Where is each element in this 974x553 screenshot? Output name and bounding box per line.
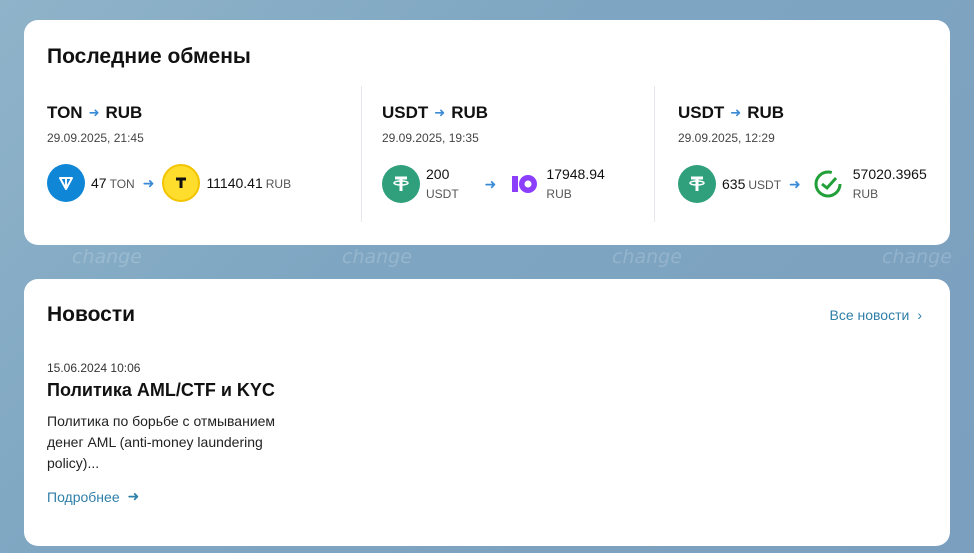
exchange-from-code: USDT (382, 103, 429, 122)
exchange-flow: 635 USDT ➜ 57020.3965 RUB (678, 164, 927, 204)
sberbank-icon (809, 165, 847, 203)
arrow-right-icon: ➜ (789, 175, 801, 192)
to-currency: RUB (852, 187, 879, 201)
exchange-pair: USDT ➜ RUB (382, 103, 488, 123)
exchange-to-amount: 57020.3965 RUB (853, 164, 927, 204)
exchange-item[interactable]: TON ➜ RUB 29.09.2025, 21:45 47 TON ➜ 1114… (47, 86, 339, 222)
from-currency: USDT (426, 187, 459, 201)
arrow-right-icon: ➜ (142, 174, 155, 191)
background-watermark: change (342, 246, 412, 268)
exchange-to-code: RUB (451, 103, 489, 122)
exchange-to-code: RUB (747, 103, 785, 122)
from-amount-value: 47 (91, 174, 107, 191)
arrow-right-icon: ➜ (88, 105, 100, 120)
to-currency: RUB (265, 176, 292, 191)
from-currency: USDT (748, 177, 782, 192)
from-currency: TON (109, 176, 135, 191)
exchange-from-amount: 47 TON (91, 173, 135, 194)
exchange-pair: TON ➜ RUB (47, 103, 142, 123)
arrow-right-icon: ➜ (484, 175, 497, 192)
exchange-item[interactable]: USDT ➜ RUB 29.09.2025, 19:35 200 USDT ➜ 1… (361, 86, 631, 222)
to-currency: RUB (546, 187, 572, 201)
tbank-icon (162, 164, 201, 202)
exchange-date: 29.09.2025, 19:35 (382, 131, 479, 145)
exchange-flow: 47 TON ➜ 11140.41 RUB (47, 164, 291, 202)
exchange-from-amount: 635 USDT (722, 174, 781, 195)
exchange-to-code: RUB (105, 103, 143, 122)
background-watermark: change (612, 246, 682, 268)
exchange-item[interactable]: USDT ➜ RUB 29.09.2025, 12:29 635 USDT ➜ 5… (654, 86, 934, 222)
background-watermark: change (882, 246, 952, 268)
yoomoney-icon (510, 165, 540, 203)
all-news-label: Все новости (829, 307, 910, 323)
exchange-from-code: TON (47, 103, 83, 122)
from-amount-value: 635 (722, 175, 746, 192)
read-more-link[interactable]: Подробнее ➜ (47, 488, 139, 505)
arrow-right-icon: ➜ (730, 105, 742, 120)
news-item-excerpt: Политика по борьбе с отмыванием денег AM… (47, 413, 276, 471)
exchange-from-amount: 200 USDT (426, 164, 459, 204)
exchange-date: 29.09.2025, 12:29 (678, 131, 775, 145)
ton-icon (47, 164, 85, 202)
to-amount-value: 11140.41 (206, 174, 263, 191)
exchange-to-amount: 17948.94 RUB (546, 164, 604, 204)
exchange-to-amount: 11140.41 RUB (206, 173, 291, 194)
background-watermark: change (72, 246, 142, 268)
tether-icon (382, 165, 420, 203)
exchange-flow: 200 USDT ➜ 17948.94 RUB (382, 164, 605, 204)
news-item-title[interactable]: Политика AML/CTF и KYC (47, 380, 275, 401)
to-amount-value: 57020.3965 (852, 166, 927, 182)
recent-exchanges-card: Последние обмены TON ➜ RUB 29.09.2025, 2… (24, 20, 950, 245)
arrow-right-icon: ➜ (127, 488, 140, 504)
exchange-pair: USDT ➜ RUB (678, 103, 784, 123)
recent-exchanges-title: Последние обмены (47, 45, 251, 68)
all-news-link[interactable]: Все новости › (829, 307, 922, 323)
to-amount-value: 17948.94 (546, 166, 605, 182)
exchange-from-code: USDT (678, 103, 725, 122)
read-more-label: Подробнее (47, 488, 120, 505)
chevron-right-icon: › (917, 307, 922, 323)
exchange-date: 29.09.2025, 21:45 (47, 131, 144, 145)
news-title: Новости (47, 303, 136, 326)
from-amount-value: 200 (426, 166, 450, 182)
news-card: Новости Все новости › 15.06.2024 10:06 П… (24, 279, 950, 546)
arrow-right-icon: ➜ (434, 105, 446, 120)
news-item-date: 15.06.2024 10:06 (47, 361, 141, 375)
tether-icon (678, 165, 716, 203)
